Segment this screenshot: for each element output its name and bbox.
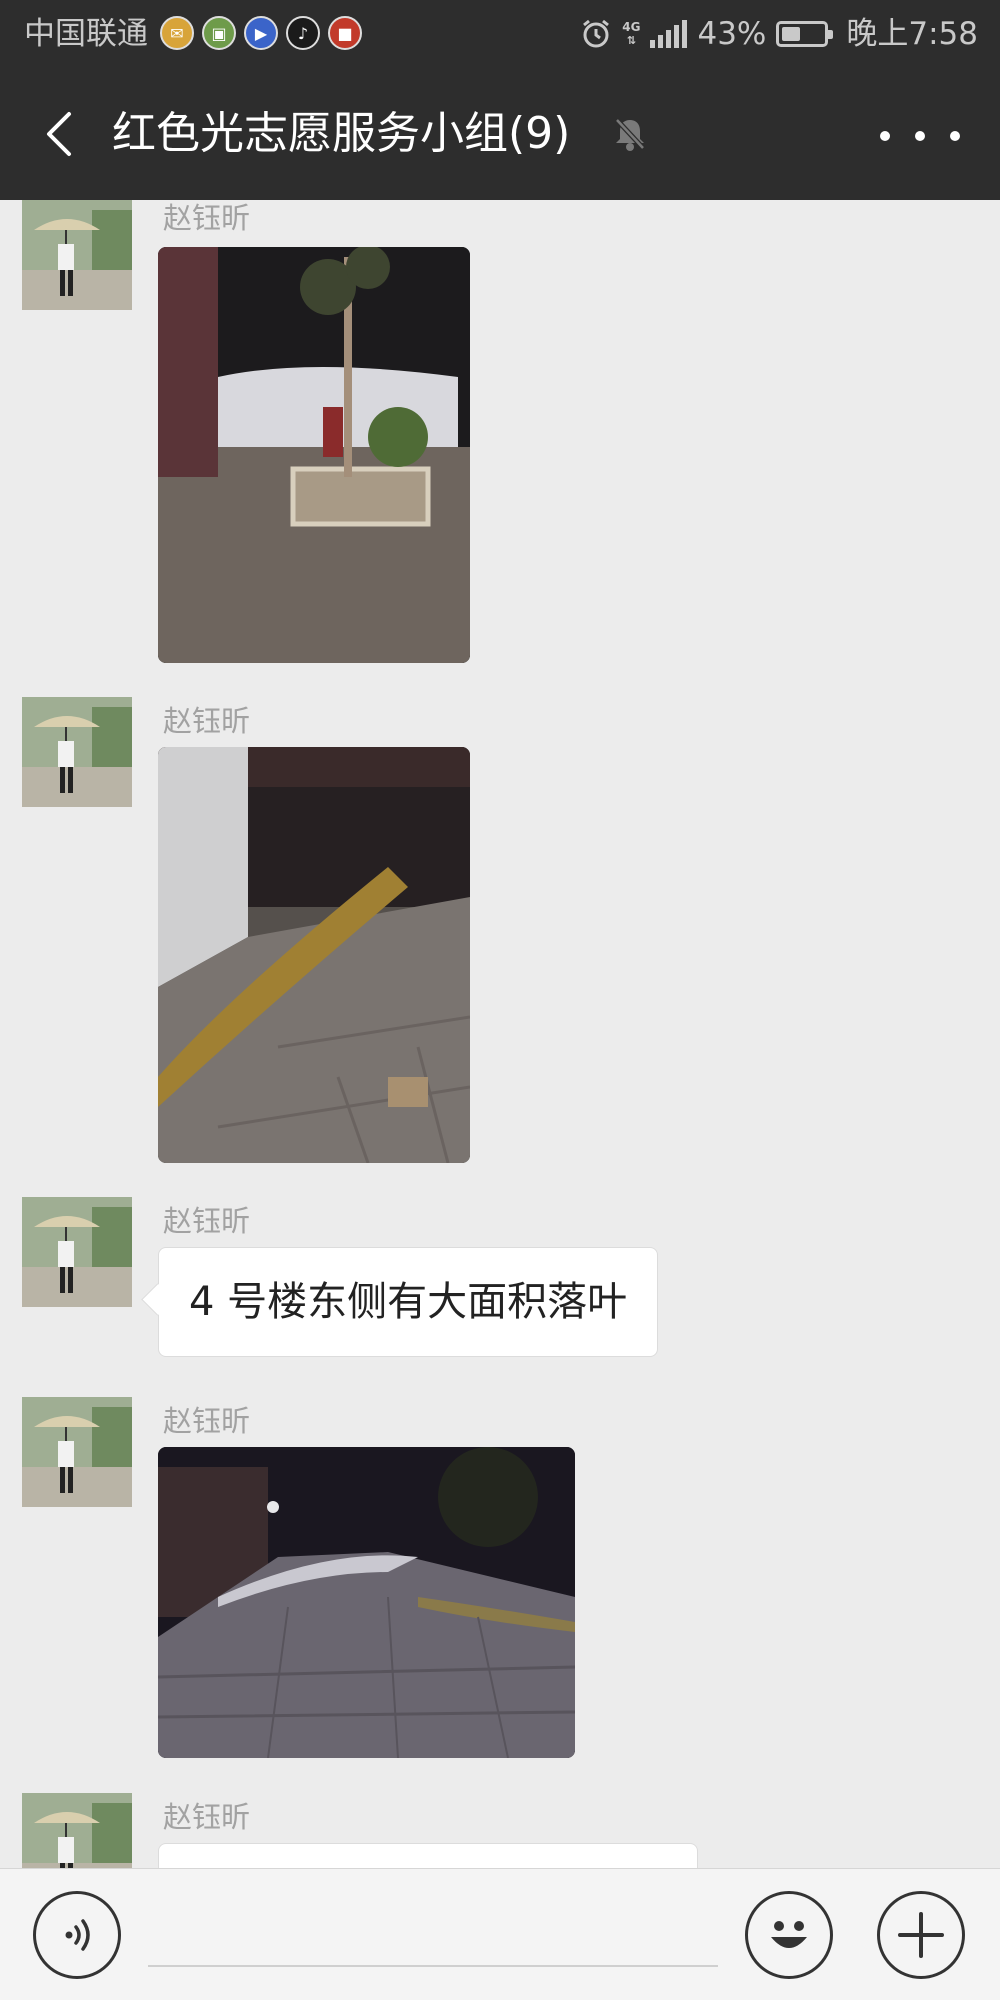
sender-name: 赵钰昕	[163, 1204, 251, 1238]
mail-app-icon: ✉	[160, 16, 194, 50]
tiktok-app-icon: ♪	[286, 16, 320, 50]
status-indicators: 4G ⇅ 43% 晚上7:58	[580, 14, 978, 54]
dot-icon	[950, 131, 960, 141]
avatar[interactable]	[22, 1793, 132, 1868]
chevron-left-icon	[47, 112, 71, 156]
chat-header: 红色光志愿服务小组(9)	[0, 68, 1000, 200]
avatar[interactable]	[22, 1197, 132, 1307]
mute-bell-icon	[615, 118, 645, 151]
message-input[interactable]	[148, 1887, 718, 1967]
avatar-umbrella-photo	[22, 697, 132, 807]
smiley-face-icon	[771, 1921, 807, 1948]
more-actions-button[interactable]	[877, 1891, 965, 1979]
avatar-umbrella-photo	[22, 200, 132, 310]
sender-name: 赵钰昕	[163, 1404, 251, 1438]
chat-message-list[interactable]: 赵钰昕 赵钰昕 赵钰昕 4 号楼东侧有大面积落叶 赵钰昕 赵钰昕	[0, 200, 1000, 1868]
news-app-icon: ▣	[202, 16, 236, 50]
image-message[interactable]	[158, 1447, 575, 1758]
voice-input-button[interactable]	[33, 1891, 121, 1979]
sender-name: 赵钰昕	[163, 1800, 251, 1834]
image-message[interactable]	[158, 747, 470, 1163]
network-type-label: 4G ⇅	[622, 20, 641, 48]
avatar-umbrella-photo	[22, 1197, 132, 1307]
network-type-text: 4G	[622, 20, 641, 34]
dot-icon	[880, 131, 890, 141]
avatar-umbrella-photo	[22, 1397, 132, 1507]
avatar-umbrella-photo	[22, 1793, 132, 1868]
avatar[interactable]	[22, 1397, 132, 1507]
battery-icon	[776, 21, 834, 47]
text-message-bubble[interactable]: 4 号楼东侧有大面积落叶	[158, 1247, 659, 1357]
video-app-icon: ▶	[244, 16, 278, 50]
more-options-button[interactable]	[880, 118, 960, 154]
photo-fallen-leaves	[158, 747, 470, 1163]
status-bar: 中国联通 ✉ ▣ ▶ ♪ ■ 4G ⇅ 43% 晚上7:58	[0, 0, 1000, 68]
battery-level-fill	[782, 27, 800, 41]
avatar[interactable]	[22, 697, 132, 807]
sender-name: 赵钰昕	[163, 201, 251, 235]
emoji-button[interactable]	[745, 1891, 833, 1979]
voice-wave-icon	[65, 1919, 90, 1951]
photo-night-courtyard	[158, 247, 470, 663]
data-arrows-icon: ⇅	[626, 34, 636, 47]
input-bar	[0, 1868, 1000, 2000]
sender-name: 赵钰昕	[163, 704, 251, 738]
text-message-bubble[interactable]	[158, 1843, 698, 1868]
dot-icon	[915, 131, 925, 141]
back-button[interactable]	[28, 104, 88, 164]
signal-strength-icon	[650, 20, 688, 48]
carrier-label: 中国联通	[24, 16, 148, 52]
notification-icons: ✉ ▣ ▶ ♪ ■	[160, 16, 362, 50]
battery-percent: 43%	[697, 16, 767, 52]
group-title: 红色光志愿服务小组(9)	[112, 108, 571, 159]
clock: 晚上7:58	[846, 16, 978, 52]
store-app-icon: ■	[328, 16, 362, 50]
message-text: 4 号楼东侧有大面积落叶	[189, 1279, 628, 1325]
alarm-icon	[583, 19, 610, 48]
avatar[interactable]	[22, 200, 132, 310]
plus-icon	[898, 1912, 944, 1958]
image-message[interactable]	[158, 247, 470, 663]
photo-dark-lane	[158, 1447, 575, 1758]
